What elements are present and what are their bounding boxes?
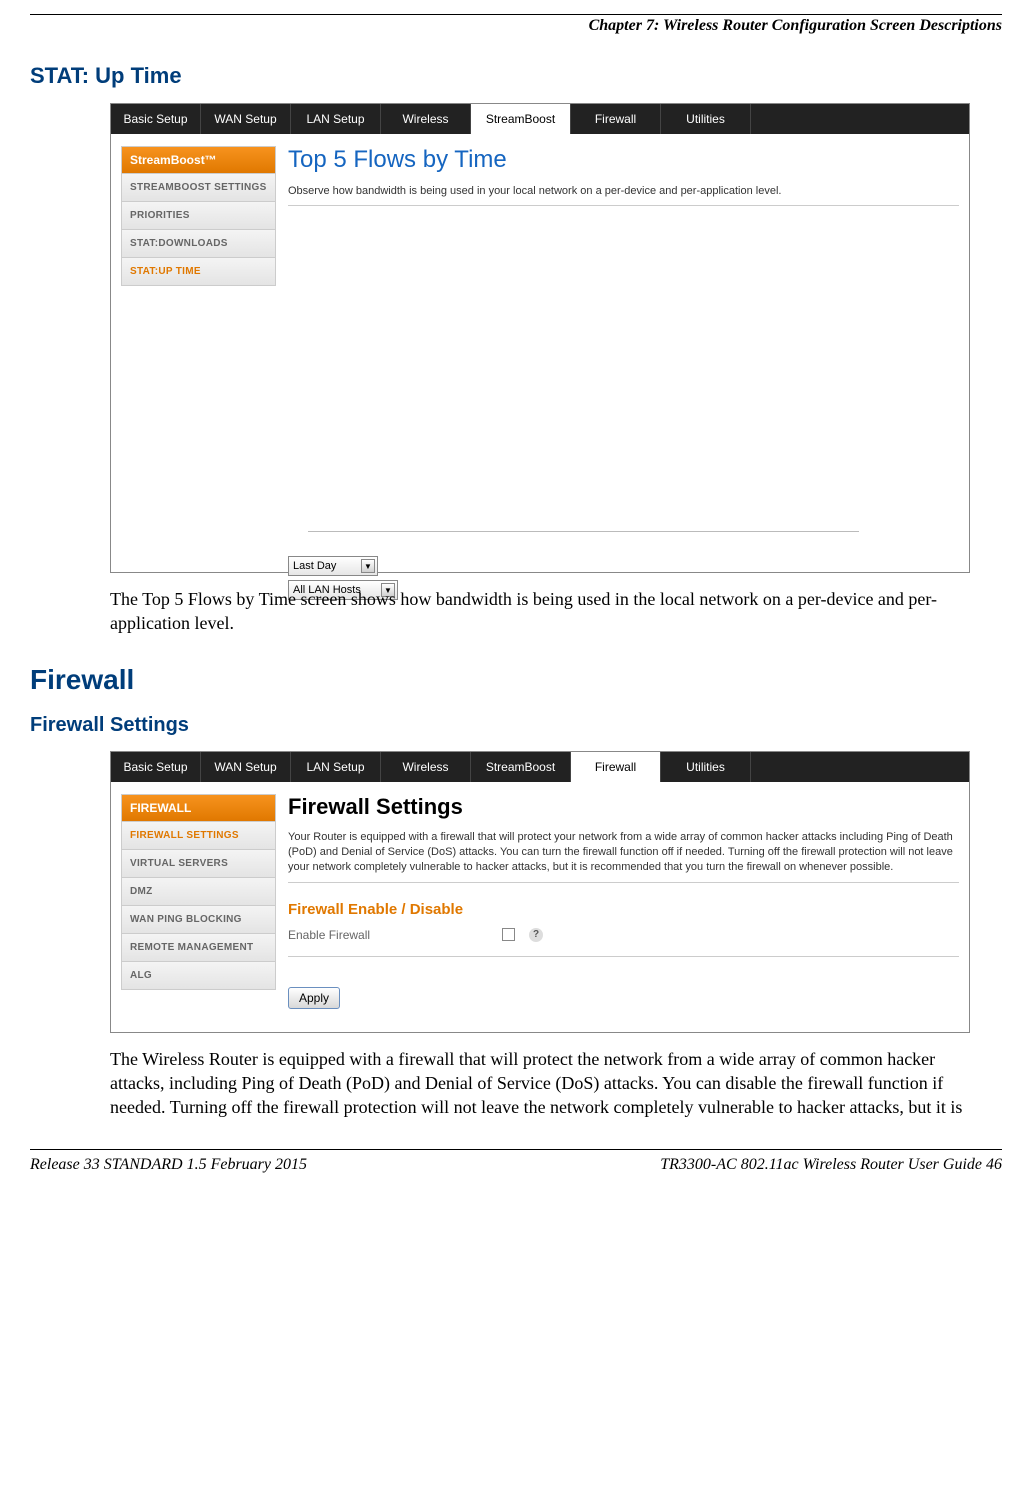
paragraph-top5: The Top 5 Flows by Time screen shows how… xyxy=(110,587,1002,636)
tab-wan-setup[interactable]: WAN Setup xyxy=(201,752,291,782)
tab-utilities[interactable]: Utilities xyxy=(661,752,751,782)
sidebar-item-dmz[interactable]: DMZ xyxy=(121,878,276,906)
sidebar-item-wan-ping-blocking[interactable]: WAN PING BLOCKING xyxy=(121,906,276,934)
setting-row-enable-firewall: Enable Firewall ? xyxy=(288,928,959,942)
sidebar-header-streamboost: StreamBoost™ xyxy=(121,146,276,174)
firewall-enable-disable-heading: Firewall Enable / Disable xyxy=(288,901,959,918)
section-stat-up-time: STAT: Up Time xyxy=(30,63,1002,89)
screenshot-streamboost: Basic Setup WAN Setup LAN Setup Wireless… xyxy=(110,103,1002,573)
paragraph-firewall: The Wireless Router is equipped with a f… xyxy=(110,1047,1002,1120)
sidebar: FIREWALL FIREWALL SETTINGS VIRTUAL SERVE… xyxy=(121,794,276,1022)
sidebar-item-priorities[interactable]: PRIORITIES xyxy=(121,202,276,230)
tab-lan-setup[interactable]: LAN Setup xyxy=(291,104,381,134)
chart-placeholder xyxy=(288,212,959,552)
tab-wan-setup[interactable]: WAN Setup xyxy=(201,104,291,134)
sidebar-item-remote-management[interactable]: REMOTE MANAGEMENT xyxy=(121,934,276,962)
chevron-down-icon: ▼ xyxy=(361,559,375,573)
page-footer: Release 33 STANDARD 1.5 February 2015 TR… xyxy=(30,1149,1002,1174)
content-desc: Observe how bandwidth is being used in y… xyxy=(288,184,959,199)
tab-streamboost[interactable]: StreamBoost xyxy=(471,104,571,134)
tab-streamboost[interactable]: StreamBoost xyxy=(471,752,571,782)
content-pane: Firewall Settings Your Router is equippe… xyxy=(288,794,959,1022)
sidebar-item-streamboost-settings[interactable]: STREAMBOOST SETTINGS xyxy=(121,174,276,202)
section-firewall-settings: Firewall Settings xyxy=(30,714,1002,737)
tab-utilities[interactable]: Utilities xyxy=(661,104,751,134)
tab-wireless[interactable]: Wireless xyxy=(381,752,471,782)
tab-bar: Basic Setup WAN Setup LAN Setup Wireless… xyxy=(111,104,969,134)
tab-wireless[interactable]: Wireless xyxy=(381,104,471,134)
sidebar-item-stat-up-time[interactable]: STAT:UP TIME xyxy=(121,258,276,286)
content-desc: Your Router is equipped with a firewall … xyxy=(288,830,959,876)
content-pane: Top 5 Flows by Time Observe how bandwidt… xyxy=(288,146,959,600)
tab-bar: Basic Setup WAN Setup LAN Setup Wireless… xyxy=(111,752,969,782)
divider xyxy=(288,882,959,883)
sidebar-item-firewall-settings[interactable]: FIREWALL SETTINGS xyxy=(121,822,276,850)
content-title: Firewall Settings xyxy=(288,794,959,820)
help-icon[interactable]: ? xyxy=(529,928,543,942)
chart-axis-line xyxy=(308,531,859,532)
tab-lan-setup[interactable]: LAN Setup xyxy=(291,752,381,782)
tab-basic-setup[interactable]: Basic Setup xyxy=(111,752,201,782)
time-range-value: Last Day xyxy=(293,560,336,572)
chapter-header: Chapter 7: Wireless Router Configuration… xyxy=(30,15,1002,39)
footer-right: TR3300-AC 802.11ac Wireless Router User … xyxy=(660,1156,1002,1174)
content-title: Top 5 Flows by Time xyxy=(288,146,959,174)
screenshot-firewall: Basic Setup WAN Setup LAN Setup Wireless… xyxy=(110,751,1002,1033)
sidebar-header-firewall: FIREWALL xyxy=(121,794,276,822)
sidebar-item-alg[interactable]: ALG xyxy=(121,962,276,990)
tab-firewall[interactable]: Firewall xyxy=(571,752,661,782)
footer-left: Release 33 STANDARD 1.5 February 2015 xyxy=(30,1156,307,1174)
enable-firewall-checkbox[interactable] xyxy=(502,928,515,941)
sidebar-item-stat-downloads[interactable]: STAT:DOWNLOADS xyxy=(121,230,276,258)
section-firewall: Firewall xyxy=(30,664,1002,696)
divider xyxy=(288,205,959,206)
tab-firewall[interactable]: Firewall xyxy=(571,104,661,134)
setting-label: Enable Firewall xyxy=(288,928,488,942)
tab-basic-setup[interactable]: Basic Setup xyxy=(111,104,201,134)
sidebar: StreamBoost™ STREAMBOOST SETTINGS PRIORI… xyxy=(121,146,276,600)
divider xyxy=(288,956,959,957)
time-range-select[interactable]: Last Day ▼ xyxy=(288,556,378,576)
apply-button[interactable]: Apply xyxy=(288,987,340,1009)
sidebar-item-virtual-servers[interactable]: VIRTUAL SERVERS xyxy=(121,850,276,878)
